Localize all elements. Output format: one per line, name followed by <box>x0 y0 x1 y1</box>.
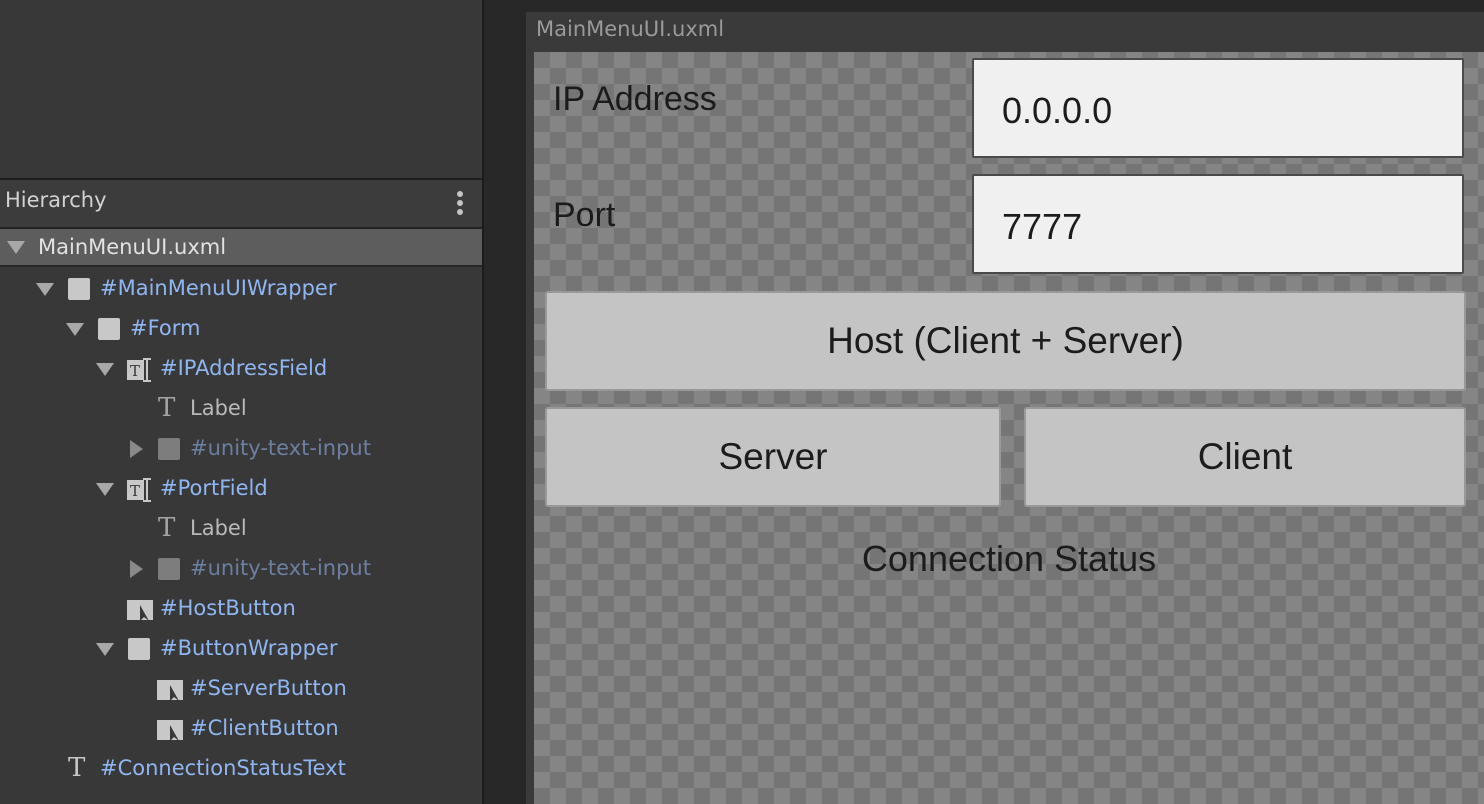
left-column: Hierarchy MainMenuUI.uxml #MainMenuUIWra… <box>0 0 482 804</box>
tree-item-label: #HostButton <box>160 596 296 620</box>
tree-item-label: #PortField <box>160 476 268 500</box>
port-label: Port <box>553 196 616 234</box>
tree-item-label: Label <box>190 396 247 420</box>
visual-element-icon <box>68 278 90 300</box>
label-icon: T <box>158 393 176 423</box>
document-panel: MainMenuUI.uxml IP Address 0.0.0.0 Port … <box>526 12 1484 804</box>
button-icon <box>157 680 183 701</box>
tree-item-label: #ConnectionStatusText <box>100 756 346 780</box>
visual-element-icon <box>128 638 150 660</box>
visual-element-icon <box>98 318 120 340</box>
ip-address-value: 0.0.0.0 <box>1002 90 1113 131</box>
server-button[interactable]: Server <box>545 407 1001 507</box>
tree-row-mainmenuuiwrapper[interactable]: #MainMenuUIWrapper <box>0 269 482 309</box>
tree-item-label: #ClientButton <box>190 716 339 740</box>
tree-item-label: Label <box>190 516 247 540</box>
port-input[interactable]: 7777 <box>972 174 1464 274</box>
tree-row-ipaddressfield[interactable]: T #IPAddressField <box>0 349 482 389</box>
canvas-viewport: MainMenuUI.uxml IP Address 0.0.0.0 Port … <box>484 0 1484 804</box>
tree-row-unity-text-input[interactable]: #unity-text-input <box>0 549 482 589</box>
tree-item-label: #IPAddressField <box>160 356 328 380</box>
empty-panel <box>0 0 482 178</box>
expand-arrow-icon[interactable] <box>96 483 114 496</box>
label-icon: T <box>68 753 86 783</box>
tree-row-unity-text-input[interactable]: #unity-text-input <box>0 429 482 469</box>
collapse-arrow-icon[interactable] <box>130 440 143 458</box>
text-field-icon: T <box>127 358 151 382</box>
collapse-arrow-icon[interactable] <box>130 560 143 578</box>
expand-arrow-icon[interactable] <box>36 283 54 296</box>
root-document-label: MainMenuUI.uxml <box>38 235 227 259</box>
visual-element-icon <box>158 558 180 580</box>
expand-arrow-icon[interactable] <box>66 323 84 336</box>
connection-status-text: Connection Status <box>861 538 1157 579</box>
ip-address-label: IP Address <box>553 80 717 118</box>
button-icon <box>157 720 183 741</box>
preview-canvas: IP Address 0.0.0.0 Port 7777 Host (Clien… <box>534 52 1484 804</box>
button-icon <box>127 600 153 621</box>
label-icon: T <box>158 513 176 543</box>
expand-arrow-icon[interactable] <box>96 363 114 376</box>
tree-row-hostbutton[interactable]: #HostButton <box>0 589 482 629</box>
tree-row-root[interactable]: MainMenuUI.uxml <box>0 229 482 267</box>
text-field-icon: T <box>127 478 151 502</box>
host-button[interactable]: Host (Client + Server) <box>545 291 1466 391</box>
tree-row-form[interactable]: #Form <box>0 309 482 349</box>
hierarchy-title: Hierarchy <box>5 188 107 212</box>
more-options-icon[interactable] <box>456 191 464 219</box>
tree-row-clientbutton[interactable]: #ClientButton <box>0 709 482 749</box>
tree-row-portfield[interactable]: T #PortField <box>0 469 482 509</box>
tree-item-label: #ButtonWrapper <box>160 636 338 660</box>
client-button[interactable]: Client <box>1024 407 1466 507</box>
tree-row-label[interactable]: T Label <box>0 389 482 429</box>
tree-row-label[interactable]: T Label <box>0 509 482 549</box>
expand-arrow-icon[interactable] <box>96 643 114 656</box>
tree-row-connectionstatustext[interactable]: T #ConnectionStatusText <box>0 749 482 789</box>
svg-text:T: T <box>130 362 140 380</box>
tree-row-buttonwrapper[interactable]: #ButtonWrapper <box>0 629 482 669</box>
visual-element-icon <box>158 438 180 460</box>
hierarchy-header: Hierarchy <box>0 180 482 229</box>
tree-item-label: #unity-text-input <box>190 436 371 460</box>
tree-row-serverbutton[interactable]: #ServerButton <box>0 669 482 709</box>
tree-item-label: #Form <box>130 316 201 340</box>
tree-item-label: #MainMenuUIWrapper <box>100 276 337 300</box>
port-value: 7777 <box>1002 206 1083 247</box>
svg-text:T: T <box>130 482 140 500</box>
expand-arrow-icon[interactable] <box>7 241 25 254</box>
document-title: MainMenuUI.uxml <box>536 17 725 41</box>
tree-item-label: #unity-text-input <box>190 556 371 580</box>
tree-item-label: #ServerButton <box>190 676 347 700</box>
ip-address-input[interactable]: 0.0.0.0 <box>972 58 1464 158</box>
